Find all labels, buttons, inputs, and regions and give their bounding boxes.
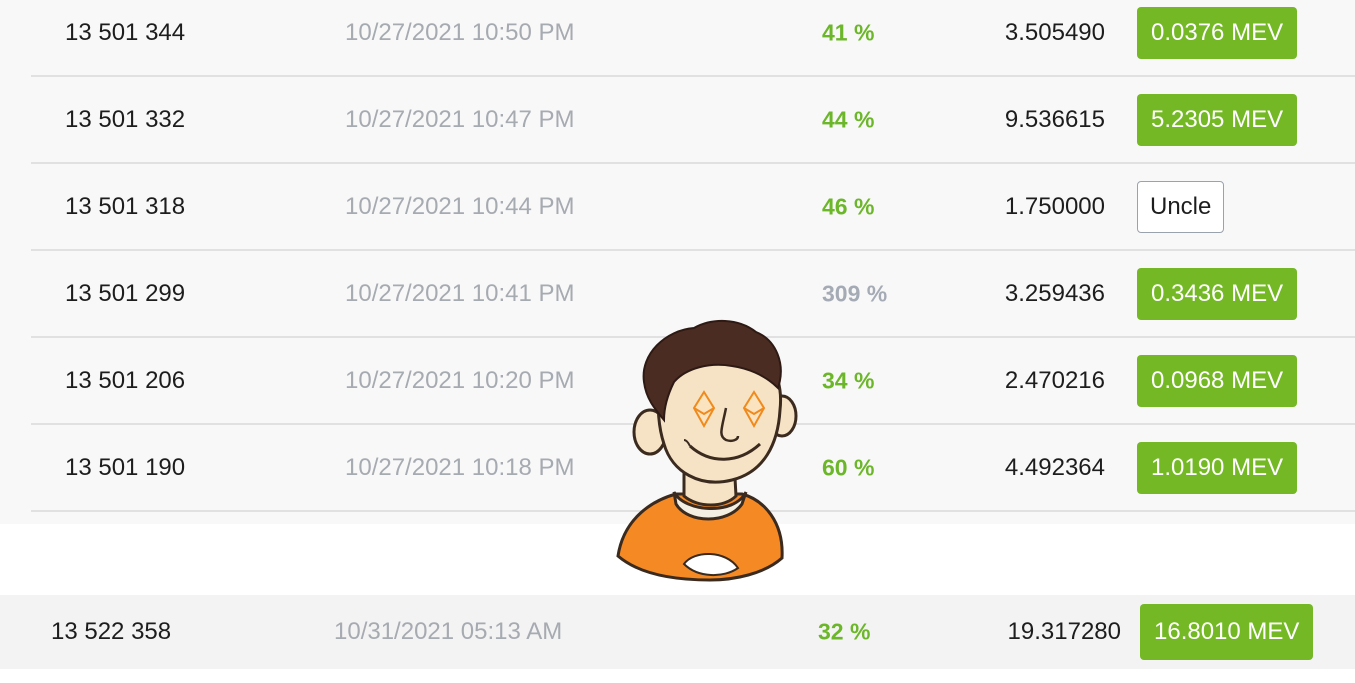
luck-percent: 46 %	[822, 193, 875, 219]
block-number[interactable]: 13 501 190	[65, 454, 185, 482]
luck-percent: 60 %	[822, 454, 875, 480]
block-reward: 19.317280	[1007, 618, 1121, 645]
block-number[interactable]: 13 501 344	[65, 19, 185, 47]
block-reward: 3.259436	[1004, 279, 1105, 307]
block-reward: 2.470216	[1004, 366, 1105, 394]
block-reward: 1.750000	[1004, 192, 1105, 220]
table-row: 13 501 332 10/27/2021 10:47 PM 44 % 9.53…	[31, 77, 1355, 164]
luck-percent: 309 %	[822, 280, 888, 306]
block-time: 10/27/2021 10:47 PM	[345, 105, 575, 133]
block-time: 10/27/2021 10:41 PM	[345, 279, 575, 307]
luck-percent: 44 %	[822, 106, 875, 132]
block-reward: 4.492364	[1004, 453, 1105, 481]
block-time: 10/27/2021 10:20 PM	[345, 366, 575, 394]
block-time: 10/27/2021 10:50 PM	[345, 18, 575, 46]
mev-badge[interactable]: 1.0190 MEV	[1137, 441, 1298, 494]
highlighted-table-row: 13 522 358 10/31/2021 05:13 AM 32 % 19.3…	[0, 595, 1355, 669]
block-number[interactable]: 13 501 318	[65, 193, 185, 221]
block-number[interactable]: 13 501 332	[65, 106, 185, 134]
block-time: 10/27/2021 10:44 PM	[345, 192, 575, 220]
luck-percent: 34 %	[822, 367, 875, 393]
block-number[interactable]: 13 522 358	[51, 618, 171, 646]
block-number[interactable]: 13 501 206	[65, 367, 185, 395]
table-row: 13 501 318 10/27/2021 10:44 PM 46 % 1.75…	[31, 164, 1355, 251]
block-time: 10/31/2021 05:13 AM	[334, 618, 563, 645]
mev-badge[interactable]: 16.8010 MEV	[1140, 604, 1314, 660]
block-reward: 3.505490	[1004, 18, 1105, 46]
luck-percent: 41 %	[822, 19, 875, 45]
uncle-badge[interactable]: Uncle	[1137, 180, 1225, 233]
block-number[interactable]: 13 501 299	[65, 280, 185, 308]
mascot-illustration	[616, 319, 798, 582]
block-reward: 9.536615	[1004, 105, 1105, 133]
mev-badge[interactable]: 0.0968 MEV	[1137, 354, 1298, 407]
mev-badge[interactable]: 5.2305 MEV	[1137, 93, 1298, 146]
luck-percent: 32 %	[818, 618, 871, 645]
table-row: 13 501 344 10/27/2021 10:50 PM 41 % 3.50…	[31, 0, 1355, 77]
mev-badge[interactable]: 0.0376 MEV	[1137, 6, 1298, 59]
mev-badge[interactable]: 0.3436 MEV	[1137, 267, 1298, 320]
block-time: 10/27/2021 10:18 PM	[345, 453, 575, 481]
